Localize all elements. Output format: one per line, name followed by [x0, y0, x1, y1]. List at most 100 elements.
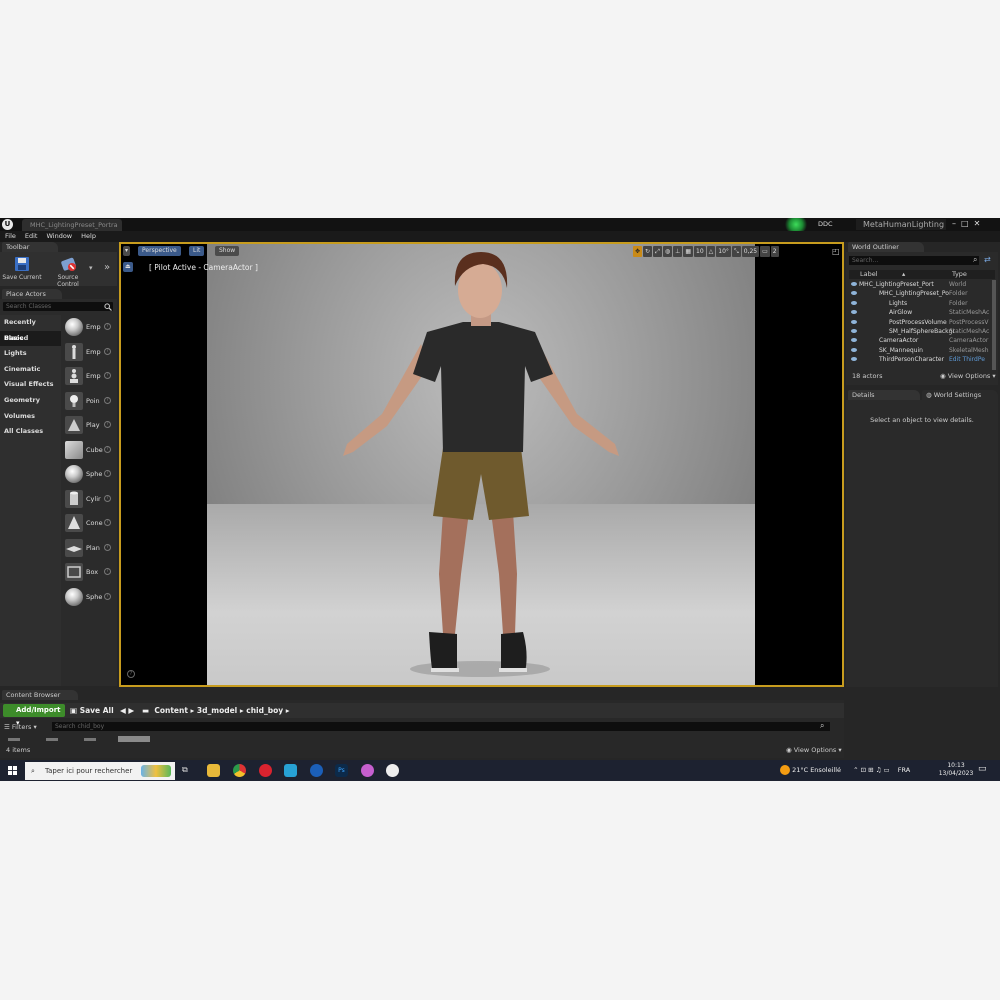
asset-thumbnail[interactable]	[46, 738, 58, 741]
visibility-eye-icon[interactable]	[851, 319, 857, 324]
category-visual-effects[interactable]: Visual Effects	[0, 377, 61, 393]
actor-item[interactable]: Cone?	[63, 511, 117, 536]
category-lights[interactable]: Lights	[0, 346, 61, 362]
outliner-view-options[interactable]: ◉ View Options ▾	[940, 372, 996, 380]
help-icon[interactable]: ?	[104, 445, 111, 453]
maximize-icon[interactable]: □	[961, 219, 974, 228]
messenger-icon[interactable]	[361, 764, 374, 777]
help-icon[interactable]: ?	[104, 519, 111, 526]
outliner-row[interactable]: CameraActor CameraActor	[849, 336, 995, 345]
rotation-snap-icon[interactable]: △	[706, 246, 716, 257]
visibility-eye-icon[interactable]	[851, 282, 857, 286]
opera-icon[interactable]	[259, 764, 272, 777]
outliner-row[interactable]: ThirdPersonCharacter Edit ThirdPe	[849, 355, 995, 364]
help-icon[interactable]: ?	[104, 494, 111, 502]
help-icon[interactable]: ?	[104, 470, 111, 477]
help-icon[interactable]: ?	[104, 323, 111, 330]
save-current-button[interactable]: Save Current	[0, 256, 44, 281]
visibility-eye-icon[interactable]	[851, 347, 857, 352]
actor-item[interactable]: Cube?	[63, 438, 117, 463]
file-explorer-icon[interactable]	[207, 764, 220, 777]
visibility-eye-icon[interactable]	[851, 300, 857, 305]
actor-item[interactable]: Emp?	[63, 364, 117, 389]
back-icon[interactable]: ◀ ▶	[120, 706, 134, 715]
level-tab[interactable]: MHC_LightingPreset_Portra	[22, 219, 122, 231]
actor-item[interactable]: Box?	[63, 560, 117, 585]
camera-speed-icon[interactable]: ▭	[760, 246, 770, 257]
outliner-row[interactable]: MHC_LightingPreset_Po Folder	[849, 289, 995, 298]
category-cinematic[interactable]: Cinematic	[0, 362, 61, 378]
content-search-input[interactable]: Search chid_boy	[52, 722, 830, 731]
category-all-classes[interactable]: All Classes	[0, 424, 61, 440]
col-label[interactable]: Label	[860, 270, 878, 279]
visibility-eye-icon[interactable]	[851, 328, 857, 333]
unreal-logo-icon[interactable]: U	[2, 219, 13, 230]
outliner-row[interactable]: SM_HalfSphereBackgr StaticMeshAc	[849, 327, 995, 336]
category-volumes[interactable]: Volumes	[0, 409, 61, 425]
minimize-icon[interactable]: –	[952, 219, 961, 228]
tab-toolbar[interactable]: Toolbar	[2, 242, 58, 252]
surface-snap-icon[interactable]: ⊥	[673, 246, 683, 257]
character-model[interactable]	[207, 244, 755, 685]
asset-thumbnail[interactable]	[84, 738, 96, 741]
windows-start-icon[interactable]	[8, 766, 17, 775]
close-icon[interactable]: ✕	[974, 219, 986, 228]
filters-button[interactable]: ☰ Filters ▾	[4, 723, 37, 731]
breadcrumb-3d-model[interactable]: 3d_model	[197, 706, 237, 715]
viewport-options-icon[interactable]: ▾	[123, 246, 131, 256]
notification-icon[interactable]: ▭	[978, 764, 987, 774]
help-icon[interactable]: ?	[104, 396, 111, 404]
outliner-row[interactable]: AirGlow StaticMeshAc	[849, 308, 995, 317]
visibility-eye-icon[interactable]	[851, 291, 857, 296]
help-icon[interactable]: ?	[104, 592, 111, 600]
translate-icon[interactable]: ✥	[633, 246, 643, 257]
pilot-eject-icon[interactable]: ⏏	[123, 262, 133, 272]
perspective-button[interactable]: Perspective	[138, 246, 181, 256]
tab-content-browser[interactable]: Content Browser	[2, 690, 78, 700]
language-indicator[interactable]: FRA	[898, 766, 910, 774]
lit-button[interactable]: Lit	[189, 246, 205, 256]
help-icon[interactable]: ?	[104, 372, 111, 379]
outliner-row[interactable]: Lights Folder	[849, 299, 995, 308]
ddc-indicator[interactable]: DDC	[818, 219, 850, 230]
photoshop-icon[interactable]: Ps	[335, 764, 348, 777]
tray-icons[interactable]: ⌃ ⊡ ⊞ ♫ ▭	[853, 766, 890, 774]
viewport-scene[interactable]	[207, 244, 755, 685]
outliner-search-input[interactable]: Search...	[849, 256, 979, 265]
content-view-options[interactable]: ◉ View Options ▾	[786, 746, 842, 754]
task-view-icon[interactable]: ⧉	[182, 765, 188, 775]
actor-item[interactable]: Emp?	[63, 315, 117, 340]
outliner-row[interactable]: MHC_LightingPreset_Port World	[849, 280, 995, 289]
scale-snap-icon[interactable]: ⤡	[731, 246, 741, 257]
viewport-help-icon[interactable]: ?	[127, 670, 135, 678]
menu-help[interactable]: Help	[81, 231, 96, 242]
category-recently-placed[interactable]: Recently Placed	[0, 315, 61, 342]
grid-icon[interactable]: ▦	[683, 246, 694, 257]
menu-file[interactable]: File	[5, 231, 16, 242]
toolbar-expand-icon[interactable]: »	[104, 262, 110, 273]
grid-snap-value[interactable]: 10	[694, 246, 706, 257]
chrome-icon[interactable]	[233, 764, 246, 777]
breadcrumb-chid-boy[interactable]: chid_boy	[246, 706, 283, 715]
tab-world-outliner[interactable]: World Outliner	[848, 242, 924, 252]
help-icon[interactable]: ?	[104, 421, 111, 428]
help-icon[interactable]: ?	[104, 347, 111, 355]
tab-place-actors[interactable]: Place Actors	[2, 289, 62, 299]
help-icon[interactable]: ?	[104, 568, 111, 575]
tab-world-settings[interactable]: ◍ World Settings	[922, 390, 998, 400]
clock[interactable]: 10:13 13/04/2023	[936, 762, 976, 778]
col-type[interactable]: Type	[952, 270, 967, 279]
actor-item[interactable]: Sphe?	[63, 585, 117, 610]
taskbar-search-input[interactable]: ⌕ Taper ici pour rechercher	[25, 762, 175, 780]
visibility-eye-icon[interactable]	[851, 338, 857, 343]
outliner-row[interactable]: SK_Mannequin SkeletalMesh	[849, 346, 995, 355]
source-control-button[interactable]: Source Control	[46, 256, 90, 288]
help-icon[interactable]: ?	[104, 543, 111, 551]
scale-icon[interactable]: ⤢	[653, 246, 662, 257]
actor-item[interactable]: Plan?	[63, 536, 117, 561]
tab-details[interactable]: Details	[848, 390, 920, 400]
rotation-snap-value[interactable]: 10°	[716, 246, 731, 257]
asset-thumbnail[interactable]	[8, 738, 20, 741]
breadcrumb-content[interactable]: Content	[154, 706, 188, 715]
outliner-options-icon[interactable]: ⇄	[984, 255, 991, 264]
